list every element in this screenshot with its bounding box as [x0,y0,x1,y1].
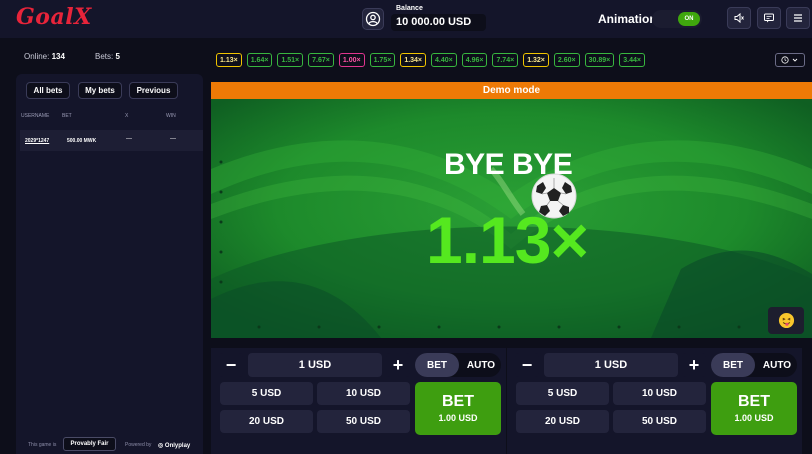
bet-button-label: BET [738,393,770,410]
bet-amount-input[interactable]: 1 USD [248,353,382,377]
col-bet: BET [62,113,72,119]
chat-icon [764,13,774,23]
online-count: Online: 134 [24,52,65,61]
col-x: X [125,113,129,119]
quick-bet-20[interactable]: 20 USD [220,410,313,433]
quick-bet-5[interactable]: 5 USD [516,382,609,405]
tongue-out-emoji-icon [778,312,794,329]
history-button[interactable] [775,53,805,67]
logo: GoalX [16,4,92,30]
animation-label: Animation [598,12,657,26]
provider-logo: ◎ Onlyplay [158,442,190,449]
decrease-bet-button[interactable]: − [219,353,243,377]
row-x: — [126,136,132,142]
multiplier-chip: 1.51× [277,53,304,67]
col-username: USERNAME [21,113,50,119]
increase-bet-button[interactable]: + [682,353,706,377]
row-bet: 500.00 MWK [67,138,97,144]
multiplier-chip: 4.40× [431,53,457,67]
bet-button-amount: 1.00 USD [734,413,774,423]
bet-amount-input[interactable]: 1 USD [544,353,678,377]
user-icon[interactable] [362,8,384,30]
decrease-bet-button[interactable]: − [515,353,539,377]
quick-bet-5[interactable]: 5 USD [220,382,313,405]
game-canvas: Demo mode BYE BYE 1.13× [211,82,812,338]
quick-bet-50[interactable]: 50 USD [317,410,410,433]
bet-panel-2: − 1 USD + BET AUTO 5 USD 10 USD 20 USD 5… [507,348,802,454]
multiplier-chip: 1.34× [400,53,427,67]
multiplier-chip: 4.96× [461,53,488,67]
sound-button[interactable] [727,7,751,29]
multiplier-chip: 1.32× [523,53,549,67]
chevron-down-icon [792,58,798,62]
quick-bet-10[interactable]: 10 USD [317,382,410,405]
bet-mode-switch: BET AUTO [711,353,797,377]
multiplier-chip: 1.64× [246,53,273,67]
table-row: 2029*1247 500.00 MWK — — [20,130,203,151]
top-bar: GoalX Balance 10 000.00 USD Animation ON [0,0,812,38]
row-username[interactable]: 2029*1247 [25,138,49,144]
balance-label: Balance [396,5,423,12]
sound-icon [734,12,744,24]
quick-bet-10[interactable]: 10 USD [613,382,706,405]
bets-panel: All bets My bets Previous USERNAME BET X… [16,74,203,454]
multiplier-chip: 1.13× [216,53,242,67]
col-win: WIN [166,113,176,119]
clock-icon [781,56,789,64]
multiplier-chip: 2.60× [553,53,580,67]
bet-button-label: BET [442,393,474,410]
powered-by-text: Powered by [125,442,152,448]
provider-name: Onlyplay [164,443,191,449]
chat-button[interactable] [757,7,781,29]
bet-button-amount: 1.00 USD [438,413,478,423]
place-bet-button[interactable]: BET 1.00 USD [415,382,501,435]
multiplier-chip: 30.89× [584,53,615,67]
increase-bet-button[interactable]: + [386,353,410,377]
quick-bet-50[interactable]: 50 USD [613,410,706,433]
multiplier-history: 1.13× 1.64× 1.51× 7.67× 1.00× 1.75× 1.34× 4.40×… [216,53,645,67]
row-win: — [170,136,176,142]
tab-all-bets[interactable]: All bets [26,82,70,99]
bet-mode-switch: BET AUTO [415,353,501,377]
menu-icon [794,14,802,22]
game-is-text: This game is [28,442,57,448]
tab-my-bets[interactable]: My bets [78,82,122,99]
bets-count: Bets: 5 [95,52,120,61]
animation-toggle[interactable]: ON [652,10,702,28]
multiplier-chip: 3.44× [619,53,645,67]
current-multiplier: 1.13× [426,203,589,277]
mode-bet-tab[interactable]: BET [415,353,459,377]
provider-mark-icon: ◎ [158,443,164,449]
balance-value: 10 000.00 USD [391,14,486,31]
mode-auto-tab[interactable]: AUTO [461,353,501,377]
quick-bet-20[interactable]: 20 USD [516,410,609,433]
mode-auto-tab[interactable]: AUTO [757,353,797,377]
multiplier-chip: 1.00× [338,53,365,67]
toggle-state: ON [678,12,700,26]
multiplier-chip: 7.74× [492,53,519,67]
provably-fair-button[interactable]: Provably Fair [63,437,116,451]
demo-mode-banner: Demo mode [211,82,812,99]
tab-previous[interactable]: Previous [129,82,178,99]
menu-button[interactable] [786,7,810,29]
mode-bet-tab[interactable]: BET [711,353,755,377]
multiplier-chip: 1.75× [369,53,396,67]
bet-panel-1: − 1 USD + BET AUTO 5 USD 10 USD 20 USD 5… [211,348,506,454]
emoji-button[interactable] [768,307,804,334]
place-bet-button[interactable]: BET 1.00 USD [711,382,797,435]
multiplier-chip: 7.67× [308,53,334,67]
